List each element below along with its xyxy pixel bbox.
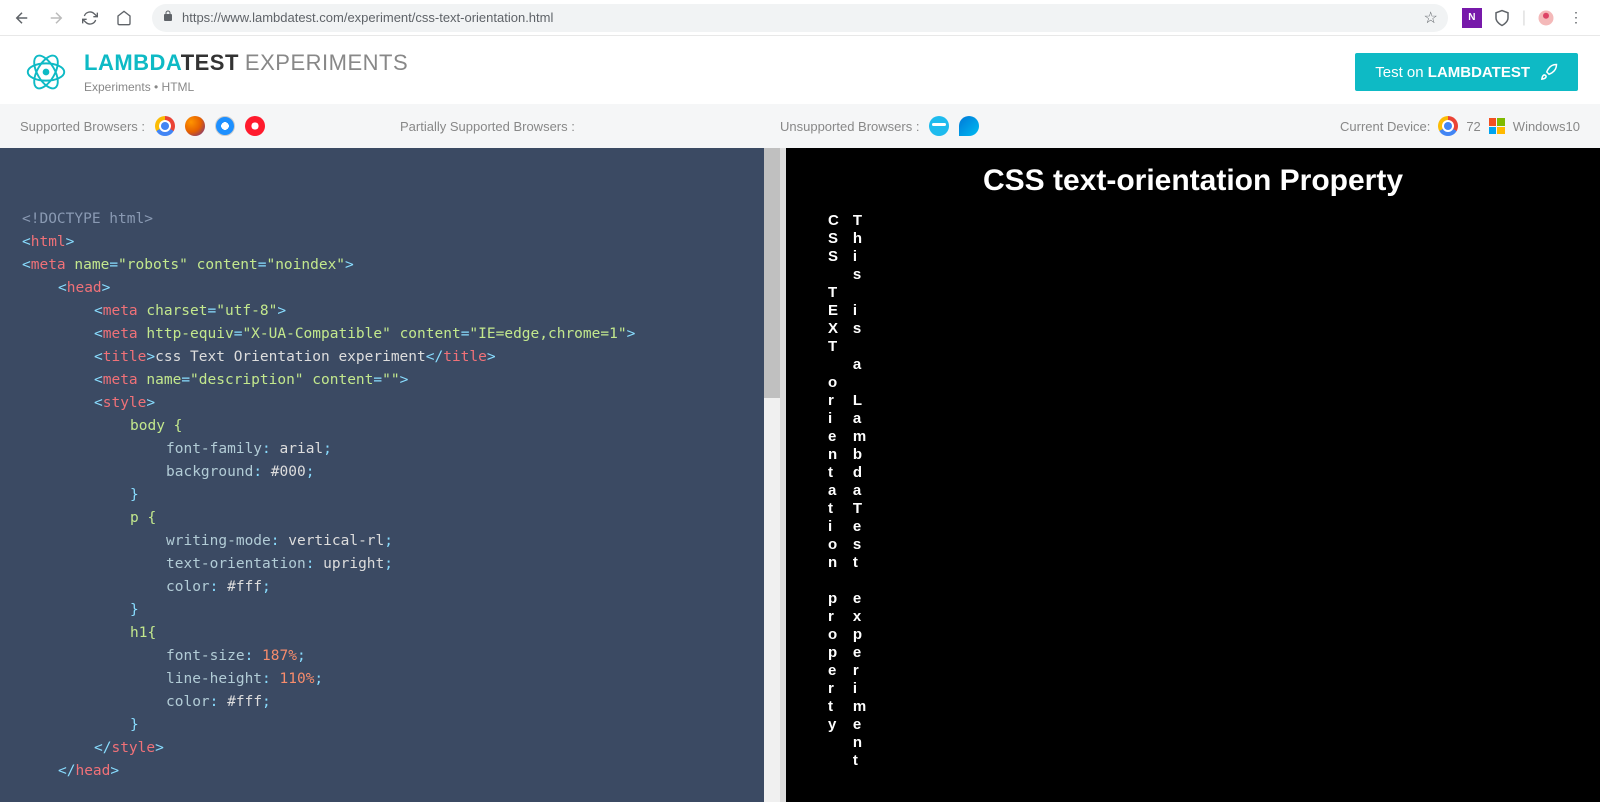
supported-label: Supported Browsers : [20,119,145,134]
vertical-text-col2: This is a LambdaTest experiment [853,212,866,770]
ie-icon [929,116,949,136]
reload-button[interactable] [76,4,104,32]
windows-icon [1489,118,1505,134]
vertical-text-col1: CSS TEXT orientation property [828,212,839,770]
breadcrumb: Experiments • HTML [84,80,408,94]
lambdatest-logo-icon [22,48,70,96]
star-icon[interactable]: ☆ [1424,8,1438,28]
chrome-version: 72 [1466,119,1480,134]
main-split: <!DOCTYPE html> <html> <meta name="robot… [0,148,1600,802]
extension-icons: N | ⋮ [1462,8,1592,28]
opera-icon [245,116,265,136]
rocket-icon [1540,63,1558,81]
preview-text: CSS TEXT orientation property This is a … [806,212,1580,770]
lock-icon [162,10,174,25]
profile-icon[interactable] [1536,8,1556,28]
preview-pane: CSS text-orientation Property CSS TEXT o… [786,148,1600,802]
back-button[interactable] [8,4,36,32]
site-header: LAMBDATESTEXPERIMENTS Experiments • HTML… [0,36,1600,104]
logo-title: LAMBDATESTEXPERIMENTS [84,50,408,76]
logo-block: LAMBDATESTEXPERIMENTS Experiments • HTML [22,48,408,96]
safari-icon [215,116,235,136]
onenote-icon[interactable]: N [1462,8,1482,28]
support-bar: Supported Browsers : Partially Supported… [0,104,1600,148]
chrome-icon [155,116,175,136]
preview-heading: CSS text-orientation Property [806,164,1580,198]
code-pane[interactable]: <!DOCTYPE html> <html> <meta name="robot… [0,148,780,802]
chrome-device-icon [1438,116,1458,136]
test-on-lambdatest-button[interactable]: Test on LAMBDATEST [1355,53,1578,91]
url-text: https://www.lambdatest.com/experiment/cs… [182,10,1416,25]
code-scrollbar[interactable] [764,148,780,802]
shield-extension-icon[interactable] [1492,8,1512,28]
firefox-icon [185,116,205,136]
edge-icon [959,116,979,136]
os-name: Windows10 [1513,119,1580,134]
home-button[interactable] [110,4,138,32]
device-label: Current Device: [1340,119,1430,134]
browser-chrome: https://www.lambdatest.com/experiment/cs… [0,0,1600,36]
partial-label: Partially Supported Browsers : [400,119,575,134]
code-content: <!DOCTYPE html> <html> <meta name="robot… [0,148,780,802]
unsupported-label: Unsupported Browsers : [780,119,919,134]
forward-button[interactable] [42,4,70,32]
scrollbar-thumb[interactable] [764,148,780,398]
address-bar[interactable]: https://www.lambdatest.com/experiment/cs… [152,4,1448,32]
menu-button[interactable]: ⋮ [1566,8,1586,28]
